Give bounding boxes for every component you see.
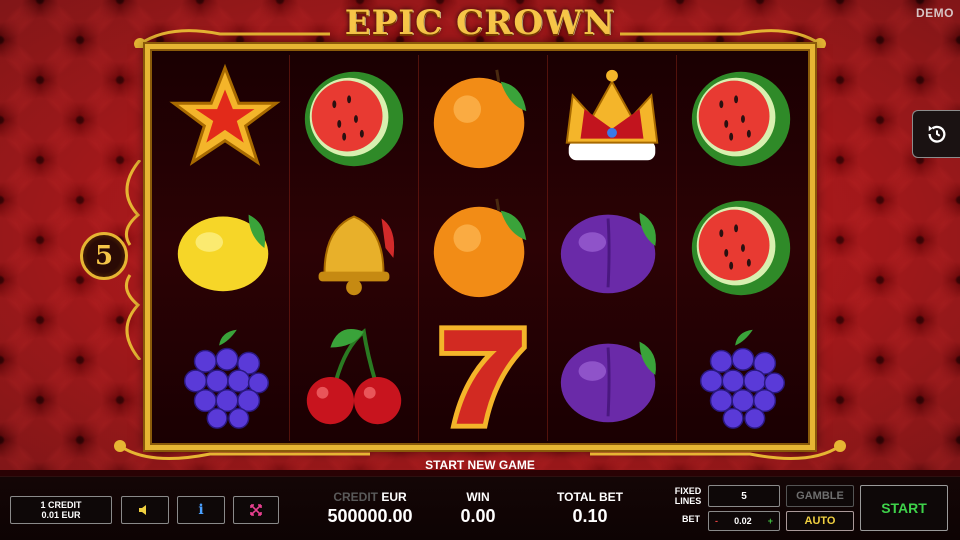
reel-cell	[289, 55, 418, 184]
info-button[interactable]: i	[177, 496, 225, 524]
total-bet-display: TOTAL BET 0.10	[548, 490, 632, 527]
denomination-button[interactable]: 1 CREDIT 0.01 EUR	[10, 496, 112, 524]
lemon-symbol	[177, 214, 268, 292]
reel-cell	[418, 312, 547, 441]
seven-symbol	[439, 325, 527, 429]
reel-grid	[160, 55, 806, 441]
history-button[interactable]	[912, 110, 960, 158]
speaker-icon	[139, 505, 146, 515]
total-bet-label: TOTAL BET	[557, 490, 623, 504]
grapes-symbol	[183, 329, 269, 429]
win-display: WIN 0.00	[438, 490, 518, 527]
fullscreen-icon	[250, 504, 262, 516]
status-message: START NEW GAME	[425, 458, 535, 472]
win-value: 0.00	[460, 506, 496, 526]
reel-cell	[289, 312, 418, 441]
history-icon	[928, 125, 945, 143]
fixed-lines-label-line2: LINES	[674, 496, 702, 506]
bell-symbol	[318, 215, 394, 296]
reel-cell	[160, 312, 289, 441]
plum-symbol	[561, 341, 657, 422]
reel-cell	[160, 55, 289, 184]
watermelon-symbol	[304, 72, 403, 167]
info-icon: i	[198, 502, 204, 518]
cherry-symbol	[306, 327, 401, 424]
watermelon-symbol	[692, 72, 791, 167]
bet-label: BET	[682, 514, 700, 524]
denomination-value: 0.01 EUR	[41, 510, 81, 520]
star-symbol	[168, 64, 281, 167]
orange-symbol	[433, 198, 527, 298]
grapes-symbol	[700, 329, 786, 429]
reel-cell	[548, 184, 677, 313]
reel-cell	[160, 184, 289, 313]
start-button[interactable]: START	[860, 485, 948, 531]
bet-decrease-button[interactable]: -	[715, 516, 718, 526]
sound-button[interactable]	[121, 496, 169, 524]
fixed-lines-label: FIXED LINES	[672, 486, 704, 506]
reel-cell	[548, 55, 677, 184]
auto-button[interactable]: AUTO	[786, 511, 854, 531]
watermelon-symbol	[692, 200, 791, 296]
payline-count-badge: 5	[80, 232, 128, 280]
reel-cell	[548, 312, 677, 441]
fixed-lines-value: 5	[708, 485, 780, 507]
reel-cell	[677, 55, 806, 184]
reel-cell	[418, 184, 547, 313]
reel-frame	[145, 44, 815, 450]
demo-label: DEMO	[916, 6, 954, 20]
fixed-lines-label-line1: FIXED	[674, 486, 702, 496]
bet-increase-button[interactable]: +	[768, 516, 773, 526]
game-title: EPIC CROWN 5	[344, 3, 616, 85]
reel-cell	[289, 184, 418, 313]
win-label: WIN	[466, 490, 490, 504]
orange-symbol	[433, 69, 527, 169]
crown-symbol	[565, 70, 659, 161]
credit-value: 500000.00	[327, 506, 413, 526]
gamble-button[interactable]: GAMBLE	[786, 485, 854, 507]
reel-cell	[418, 55, 547, 184]
total-bet-value: 0.10	[572, 506, 608, 526]
fullscreen-button[interactable]	[233, 496, 279, 524]
credit-currency: EUR	[378, 490, 407, 504]
denomination-credit: 1 CREDIT	[40, 500, 82, 510]
bet-value: 0.02	[734, 516, 752, 526]
bet-stepper[interactable]: - 0.02 +	[708, 511, 780, 531]
reel-cell	[677, 312, 806, 441]
plum-symbol	[561, 212, 657, 294]
credit-display: CREDIT EUR 500000.00	[310, 490, 430, 527]
reel-cell	[677, 184, 806, 313]
credit-label: CREDIT	[333, 490, 378, 504]
